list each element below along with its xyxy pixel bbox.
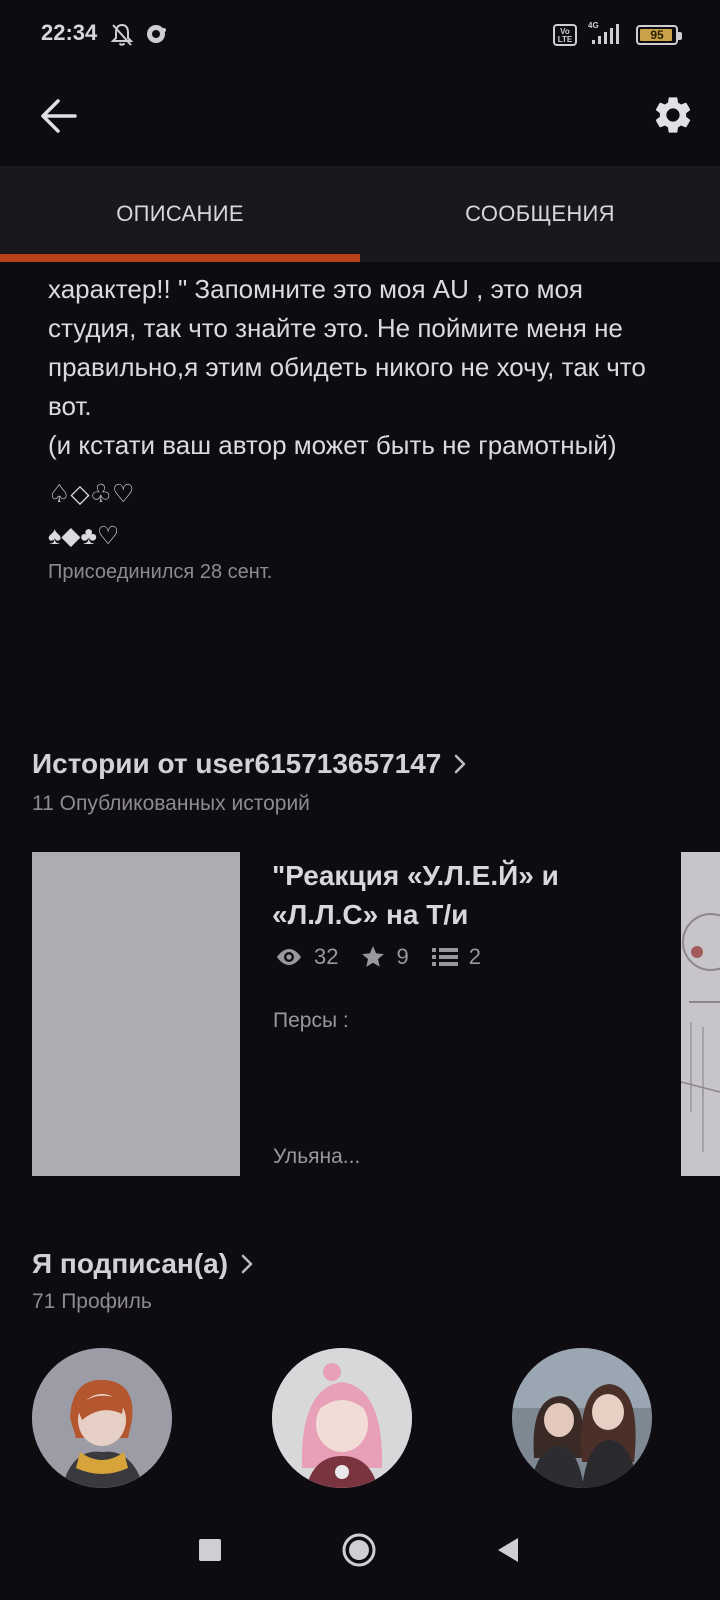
eye-icon [277,949,301,965]
joined-date: Присоединился 28 сент. [48,561,273,583]
description-text: характер!! " Запомните это моя AU , это … [48,274,646,460]
parts-count: 2 [468,944,481,969]
circle-icon [342,1533,376,1567]
profile-description: характер!! " Запомните это моя AU , это … [48,270,668,584]
stories-header[interactable]: Истории от user615713657147 [32,748,467,780]
next-story-cover-image[interactable] [681,852,720,1176]
following-header[interactable]: Я подписан(а) [32,1248,254,1280]
triangle-back-icon [498,1538,518,1562]
following-title: Я подписан(а) [32,1248,229,1279]
suits-filled: ♠◆♣♡ [48,522,120,550]
active-tab-indicator [0,254,360,262]
chevron-right-icon [241,1254,253,1274]
story-cover-image[interactable] [32,852,240,1176]
location-icon [147,25,166,43]
stories-title: Истории от user615713657147 [32,748,442,779]
stories-count: 11 Опубликованных историй [32,792,310,815]
story-title[interactable]: "Реакция «У.Л.Е.Й» и «Л.Л.С» на Т/и [272,856,612,934]
sketch-image [681,852,720,1176]
bell-off-icon [110,23,134,46]
tab-description[interactable]: ОПИСАНИЕ [0,166,360,262]
battery-tip [678,32,682,40]
status-time: 22:34 [41,20,98,45]
avatar[interactable] [512,1348,652,1488]
following-count: 71 Профиль [32,1290,152,1313]
avatar[interactable] [32,1348,172,1488]
story-excerpt: Персы : Ульяна... [273,1009,361,1168]
tab-messages[interactable]: СООБЩЕНИЯ [360,166,720,262]
back-button[interactable] [32,90,84,142]
avatar-image [512,1348,652,1488]
gear-icon [655,97,691,133]
views-count: 32 [314,944,339,969]
parts-stat: 2 [431,944,481,970]
recents-button[interactable] [182,1522,238,1578]
square-icon [199,1539,221,1561]
stars-stat: 9 [360,944,409,970]
network-type-label: 4G [588,21,599,30]
suits-outline: ♤◇♧♡ [48,480,135,508]
profile-tabs: ОПИСАНИЕ СООБЩЕНИЯ [0,166,720,262]
status-bar: 22:34 Vo LTE 4G 95 [0,0,720,72]
battery-icon: 95 [636,25,682,45]
story-stats: 32 9 2 [274,944,495,970]
chevron-right-icon [455,754,466,774]
system-nav-bar [0,1500,720,1600]
settings-button[interactable] [644,86,702,144]
list-icon [431,948,458,966]
battery-level: 95 [650,28,664,42]
avatar[interactable] [272,1348,412,1488]
star-icon [362,946,385,967]
signal-icon: 4G [588,21,619,44]
volte-icon: Vo LTE [553,24,577,46]
nav-back-button[interactable] [480,1522,536,1578]
arrow-left-icon [41,99,77,133]
top-toolbar [0,72,720,166]
stars-count: 9 [396,944,409,969]
avatar-image [32,1348,172,1488]
views-stat: 32 [274,944,338,970]
home-button[interactable] [331,1522,387,1578]
avatar-image [272,1348,412,1488]
